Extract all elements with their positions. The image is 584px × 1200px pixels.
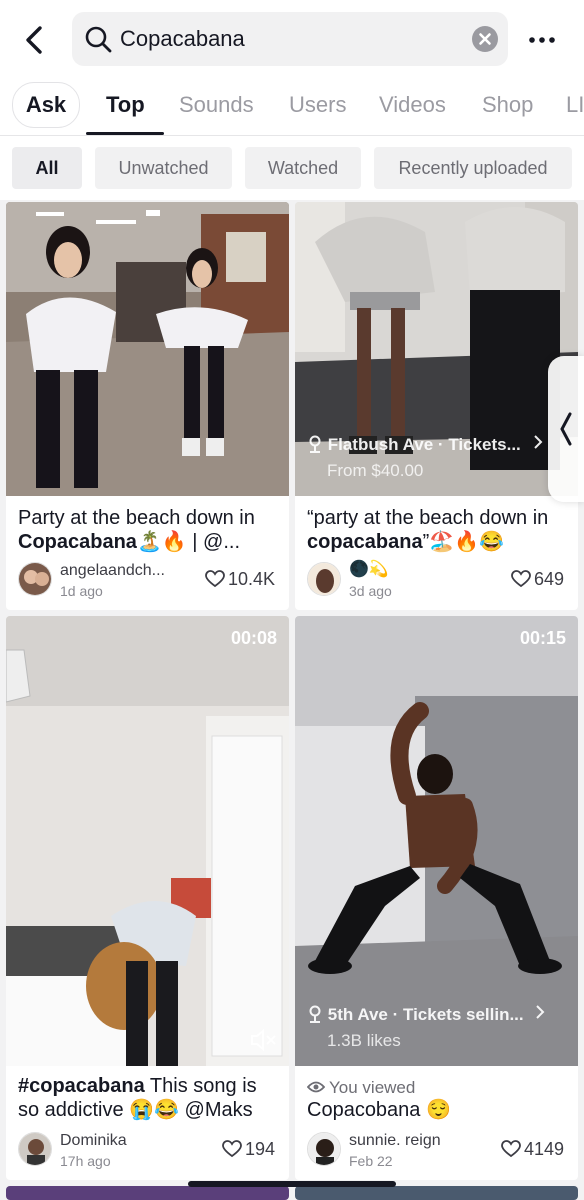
location-subtitle: From $40.00 <box>327 461 424 480</box>
filter-all[interactable]: All <box>12 147 82 189</box>
avatar[interactable] <box>307 1132 341 1166</box>
video-card[interactable] <box>6 1186 289 1200</box>
close-icon <box>479 33 491 45</box>
tab-users[interactable]: Users <box>289 92 346 118</box>
tab-live[interactable]: LI <box>566 92 584 118</box>
tab-shop[interactable]: Shop <box>482 92 533 118</box>
location-subtitle: 1.3B likes <box>327 1031 401 1050</box>
more-dots-icon <box>529 37 555 43</box>
author-name[interactable]: 🌑💫 <box>349 559 389 579</box>
video-thumbnail[interactable] <box>6 616 289 1066</box>
location-pin-icon <box>309 435 321 453</box>
video-duration: 00:08 <box>230 628 277 648</box>
heart-icon <box>205 570 225 588</box>
tab-top[interactable]: Top <box>106 92 145 118</box>
filter-chips: All Unwatched Watched Recently uploaded <box>0 136 584 200</box>
author-name[interactable]: angelaandch... <box>60 562 165 580</box>
video-caption: “party at the beach down in copacabana”🏖… <box>307 507 549 553</box>
like-count: 10.4K <box>205 569 275 590</box>
search-results-page: Copacabana Ask Top Sounds Users Videos S… <box>0 0 584 1200</box>
author-name[interactable]: sunnie. reign <box>349 1132 441 1150</box>
speaker-muted-icon <box>251 1028 276 1052</box>
video-card[interactable]: Flatbush Ave · Tickets... From $40.00 “p… <box>295 202 578 610</box>
video-thumbnail[interactable] <box>6 202 289 496</box>
search-bar[interactable]: Copacabana <box>72 12 508 66</box>
eye-icon <box>306 1081 326 1093</box>
post-date: 17h ago <box>60 1153 111 1169</box>
side-panel-handle[interactable] <box>548 356 584 502</box>
more-options-button[interactable] <box>520 26 564 54</box>
author-name[interactable]: Dominika <box>60 1132 127 1150</box>
filter-watched[interactable]: Watched <box>245 147 361 189</box>
clear-search-button[interactable] <box>472 26 498 52</box>
filter-unwatched[interactable]: Unwatched <box>95 147 232 189</box>
like-count: 194 <box>222 1139 275 1160</box>
chevron-left-icon <box>26 26 42 54</box>
heart-icon <box>501 1140 521 1158</box>
like-count: 649 <box>511 569 564 590</box>
chevron-right-icon <box>533 435 542 449</box>
viewed-indicator: You viewed <box>306 1078 415 1098</box>
result-tabs: Ask Top Sounds Users Videos Shop LI <box>0 80 584 136</box>
location-pin-icon <box>309 1005 321 1023</box>
tab-videos[interactable]: Videos <box>379 92 446 118</box>
avatar[interactable] <box>18 1132 52 1166</box>
avatar[interactable] <box>18 562 52 596</box>
video-caption: Party at the beach down in Copacabana🏝️🔥… <box>18 507 255 553</box>
video-thumbnail[interactable] <box>295 616 578 1066</box>
post-date: 3d ago <box>349 583 392 599</box>
avatar[interactable] <box>307 562 341 596</box>
heart-icon <box>222 1140 242 1158</box>
location-tag[interactable]: 5th Ave · Tickets sellin... <box>307 1004 546 1025</box>
chevron-right-icon <box>536 1005 545 1019</box>
heart-icon <box>511 570 531 588</box>
mute-button[interactable] <box>250 1028 278 1057</box>
active-tab-indicator <box>86 132 164 135</box>
location-tag[interactable]: Flatbush Ave · Tickets... <box>307 434 544 455</box>
back-button[interactable] <box>18 22 50 58</box>
search-icon <box>85 26 112 53</box>
home-indicator[interactable] <box>188 1181 396 1187</box>
search-input[interactable]: Copacabana <box>120 26 245 52</box>
video-duration: 00:15 <box>519 628 566 648</box>
search-header: Copacabana <box>0 0 584 80</box>
video-card[interactable] <box>295 1186 578 1200</box>
video-caption: Copacobana 😌 <box>307 1099 451 1121</box>
video-caption: #copacabana This song is so addictive 😭😂… <box>18 1075 257 1121</box>
video-card[interactable]: 00:15 5th Ave · Tickets sellin... 1.3B l… <box>295 616 578 1180</box>
video-card[interactable]: 00:08 #copacabana This song is so addict… <box>6 616 289 1180</box>
chevron-left-icon <box>560 412 572 446</box>
like-count: 4149 <box>501 1139 564 1160</box>
post-date: Feb 22 <box>349 1153 393 1169</box>
post-date: 1d ago <box>60 583 103 599</box>
filter-recently-uploaded[interactable]: Recently uploaded <box>374 147 572 189</box>
video-card[interactable]: Party at the beach down in Copacabana🏝️🔥… <box>6 202 289 610</box>
tab-sounds[interactable]: Sounds <box>179 92 254 118</box>
tab-ask[interactable]: Ask <box>12 82 80 128</box>
